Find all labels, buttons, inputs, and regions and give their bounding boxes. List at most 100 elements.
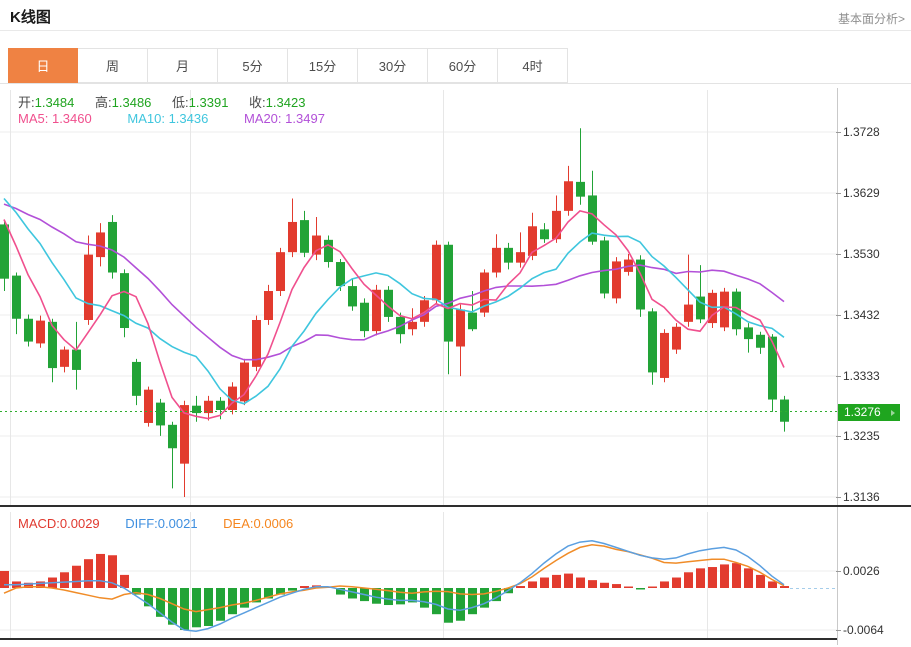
- candle-body: [108, 222, 117, 273]
- candle-body: [120, 273, 129, 328]
- macd-bar: [756, 575, 765, 588]
- macd-bar: [300, 586, 309, 588]
- diff-label: DIFF:: [125, 516, 158, 531]
- macd-bar: [732, 563, 741, 588]
- candle-body: [0, 224, 9, 278]
- macd-bar: [648, 587, 657, 589]
- macd-bar: [288, 588, 297, 591]
- macd-bar: [588, 580, 597, 588]
- axis-tick: 1.3629: [843, 186, 880, 200]
- macd-bar: [240, 588, 249, 608]
- open-value: 1.3484: [35, 95, 75, 110]
- candle-body: [72, 350, 81, 370]
- macd-bar: [72, 566, 81, 588]
- candle-body: [336, 262, 345, 286]
- candle-body: [420, 300, 429, 322]
- macd-bar: [780, 586, 789, 588]
- macd-bar: [420, 588, 429, 608]
- ma5-label: MA5:: [18, 111, 48, 126]
- macd-bar: [192, 588, 201, 627]
- candle-body: [432, 245, 441, 300]
- candle-body: [492, 248, 501, 273]
- candle-body: [744, 327, 753, 339]
- high-value: 1.3486: [112, 95, 152, 110]
- ma-readout: MA5: 1.3460 MA10: 1.3436 MA20: 1.3497: [18, 111, 357, 126]
- diff-value: 0.0021: [158, 516, 198, 531]
- axis-tick: 1.3333: [843, 369, 880, 383]
- candle-body: [300, 220, 309, 253]
- candle-body: [36, 321, 45, 344]
- candle-body: [216, 401, 225, 410]
- candle-body: [168, 425, 177, 448]
- macd-bar: [540, 578, 549, 588]
- macd-bar: [204, 588, 213, 626]
- macd-bar: [720, 564, 729, 588]
- candle-body: [60, 350, 69, 367]
- close-label: 收:: [249, 95, 266, 110]
- candle-body: [600, 240, 609, 293]
- macd-bar: [444, 588, 453, 623]
- candle-body: [504, 248, 513, 263]
- macd-bar: [396, 588, 405, 604]
- candle-body: [288, 222, 297, 252]
- macd-bar: [708, 567, 717, 588]
- candle-body: [360, 303, 369, 331]
- fundamental-analysis-link[interactable]: 基本面分析>: [838, 10, 905, 27]
- macd-value: 0.0029: [60, 516, 100, 531]
- open-label: 开:: [18, 95, 35, 110]
- macd-readout: MACD:0.0029 DIFF:0.0021 DEA:0.0006: [18, 516, 315, 531]
- candle-body: [408, 322, 417, 329]
- candle-body: [684, 305, 693, 322]
- candle-body: [672, 327, 681, 350]
- axis-tick: -0.0064: [843, 623, 884, 637]
- macd-bar: [564, 574, 573, 588]
- high-label: 高:: [95, 95, 112, 110]
- candle-body: [12, 276, 21, 319]
- candle-body: [552, 211, 561, 239]
- macd-bar: [636, 588, 645, 590]
- macd-label: MACD:: [18, 516, 60, 531]
- dea-label: DEA:: [223, 516, 253, 531]
- ma5-value: 1.3460: [52, 111, 92, 126]
- macd-bar: [528, 581, 537, 588]
- candle-body: [576, 182, 585, 197]
- macd-bar: [516, 586, 525, 588]
- candle-body: [24, 319, 33, 342]
- macd-bottom-border: [0, 638, 837, 640]
- candle-body: [468, 313, 477, 330]
- price-axis-line: [837, 88, 838, 645]
- candle-body: [516, 252, 525, 262]
- candle-body: [768, 337, 777, 400]
- low-value: 1.3391: [189, 95, 229, 110]
- axis-tick: 1.3136: [843, 490, 880, 504]
- current-price-badge: 1.3276: [838, 404, 900, 421]
- macd-bar: [84, 559, 93, 588]
- candle-body: [156, 403, 165, 426]
- candle-body: [444, 245, 453, 342]
- candle-body: [324, 240, 333, 262]
- candle-body: [96, 232, 105, 257]
- macd-bar: [660, 581, 669, 588]
- axis-tick: 1.3432: [843, 308, 880, 322]
- axis-tick: 1.3728: [843, 125, 880, 139]
- candle-body: [264, 291, 273, 320]
- candle-body: [612, 261, 621, 298]
- low-label: 低:: [172, 95, 189, 110]
- macd-bar: [672, 578, 681, 588]
- axis-tick: 0.0026: [843, 564, 880, 578]
- ma10-value: 1.3436: [169, 111, 209, 126]
- macd-bar: [96, 554, 105, 588]
- candle-body: [144, 390, 153, 423]
- macd-bar: [624, 587, 633, 589]
- kline-app: K线图 基本面分析> 日 周 月 5分 15分 30分 60分 4时 开:1.3…: [0, 0, 911, 647]
- close-value: 1.3423: [266, 95, 306, 110]
- candle-body: [756, 335, 765, 348]
- candle-body: [648, 311, 657, 372]
- axis-tick: 1.3530: [843, 247, 880, 261]
- candle-body: [456, 310, 465, 347]
- macd-bar: [228, 588, 237, 614]
- panel-separator: [0, 505, 911, 507]
- candle-body: [132, 362, 141, 396]
- macd-bar: [600, 583, 609, 588]
- candle-body: [348, 286, 357, 306]
